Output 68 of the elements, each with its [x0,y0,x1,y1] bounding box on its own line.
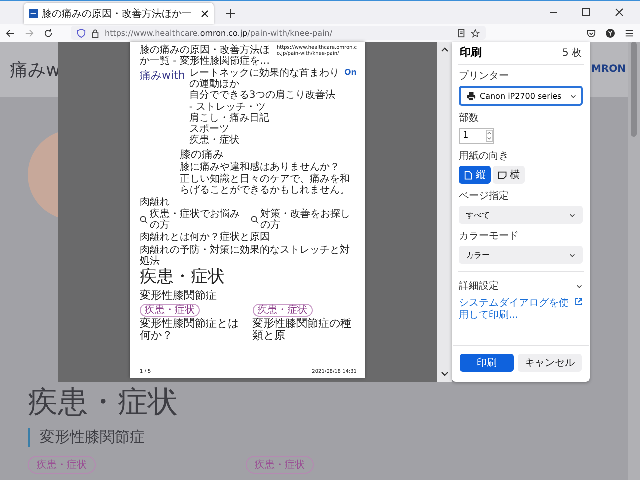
field-label: ページ指定 [459,190,510,203]
print-title: 印刷 [460,45,482,60]
reader-view-icon[interactable] [457,28,466,38]
more-settings-toggle[interactable]: 詳細設定 [459,279,583,293]
preview-card-title: 変形性膝関節症の種類と原 [252,318,352,343]
preview-tag: 疾患・症状 [252,304,312,317]
field-label: カラーモード [459,230,520,243]
close-tab-icon[interactable] [201,10,209,18]
search-icon [250,216,258,224]
system-dialog-link[interactable]: システムダイアログを使用して印刷... [459,298,571,322]
print-button[interactable]: 印刷 [460,354,514,372]
site-favicon-icon [29,9,38,18]
preview-intro-text: 正しい知識と日々のケアで、痛みを和らげることができるかもしれません。 [180,174,351,196]
page-scrollbar[interactable] [628,42,640,480]
preview-logo: 痛みwith [140,68,186,83]
preview-login-text: On [344,68,357,77]
page-icon [464,170,473,180]
caret-icon [569,212,576,218]
address-field[interactable]: https://www.healthcare.omron.co.jp/pain-with/knee-pain/ [71,26,486,40]
star-icon[interactable] [471,28,480,38]
lock-icon [91,28,100,38]
page-icon [498,170,507,180]
caret-icon [569,252,576,258]
copies-field[interactable]: 1 [459,128,494,144]
pocket-icon[interactable] [587,28,596,38]
tab-title: 膝の痛みの原因・改善方法ほか一 [42,8,193,20]
orientation-option[interactable]: 横 [493,166,525,184]
search-icon [140,216,148,224]
field-label: 部数 [459,112,480,125]
print-header-title: 膝の痛みの原因・改善方法ほか一覧 - 変形性膝関節症を… [140,45,270,67]
preview-scrollbar[interactable] [437,42,452,382]
field-label: 用紙の向き [459,150,510,163]
orientation-option[interactable]: 縦 [459,166,491,184]
maximize-icon[interactable] [582,8,591,17]
dropdown[interactable]: カラー [459,246,583,264]
caret-icon [570,92,577,100]
dropdown[interactable]: Canon iP2700 series [459,86,583,106]
reload-icon[interactable] [44,28,53,38]
back-arrow-icon[interactable] [6,28,15,38]
close-window-icon[interactable] [615,8,624,17]
browser-tab[interactable]: 膝の痛みの原因・改善方法ほか一 [24,3,214,24]
preview-section-title: 膝の痛み [180,147,225,162]
preview-tag: 疾患・症状 [140,304,200,317]
section-heading: 変形性膝関節症 [28,428,145,447]
preview-link-text: 肉離れの予防・対策に効果的なストレッチと対処法 [140,244,351,267]
dropdown[interactable]: すべて [459,206,583,224]
preview-subheading: 変形性膝関節症 [140,288,218,303]
external-link-icon [575,298,583,306]
chevron-down-icon [576,282,583,290]
preview-label: 肉離れ [140,196,171,208]
shield-icon [77,28,86,38]
account-icon[interactable] [606,28,615,38]
spinner-icon[interactable] [486,130,493,142]
chevron-up-icon[interactable] [440,46,448,54]
sheet-count: 5 枚 [562,46,582,60]
page-heading: 疾患・症状 [28,386,178,420]
url-text: https://www.healthcare.omron.co.jp/pain-with/knee-pain/ [105,28,333,38]
preview-heading: 疾患・症状 [140,268,226,287]
field-label: プリンター [459,70,510,83]
preview-card-title: 変形性膝関節症とは何か？ [140,318,240,343]
cancel-button[interactable]: キャンセル [518,354,582,372]
brand-logo[interactable]: MRON [591,64,626,75]
new-tab-icon[interactable] [226,9,235,18]
chevron-down-icon[interactable] [440,370,448,378]
printer-icon [467,92,476,100]
preview-link-text: 肉離れとは何か？症状と原因 [140,232,271,244]
menu-icon[interactable] [625,28,634,38]
preview-intro-text: 膝に痛みや違和感はありませんか？ [180,162,341,174]
